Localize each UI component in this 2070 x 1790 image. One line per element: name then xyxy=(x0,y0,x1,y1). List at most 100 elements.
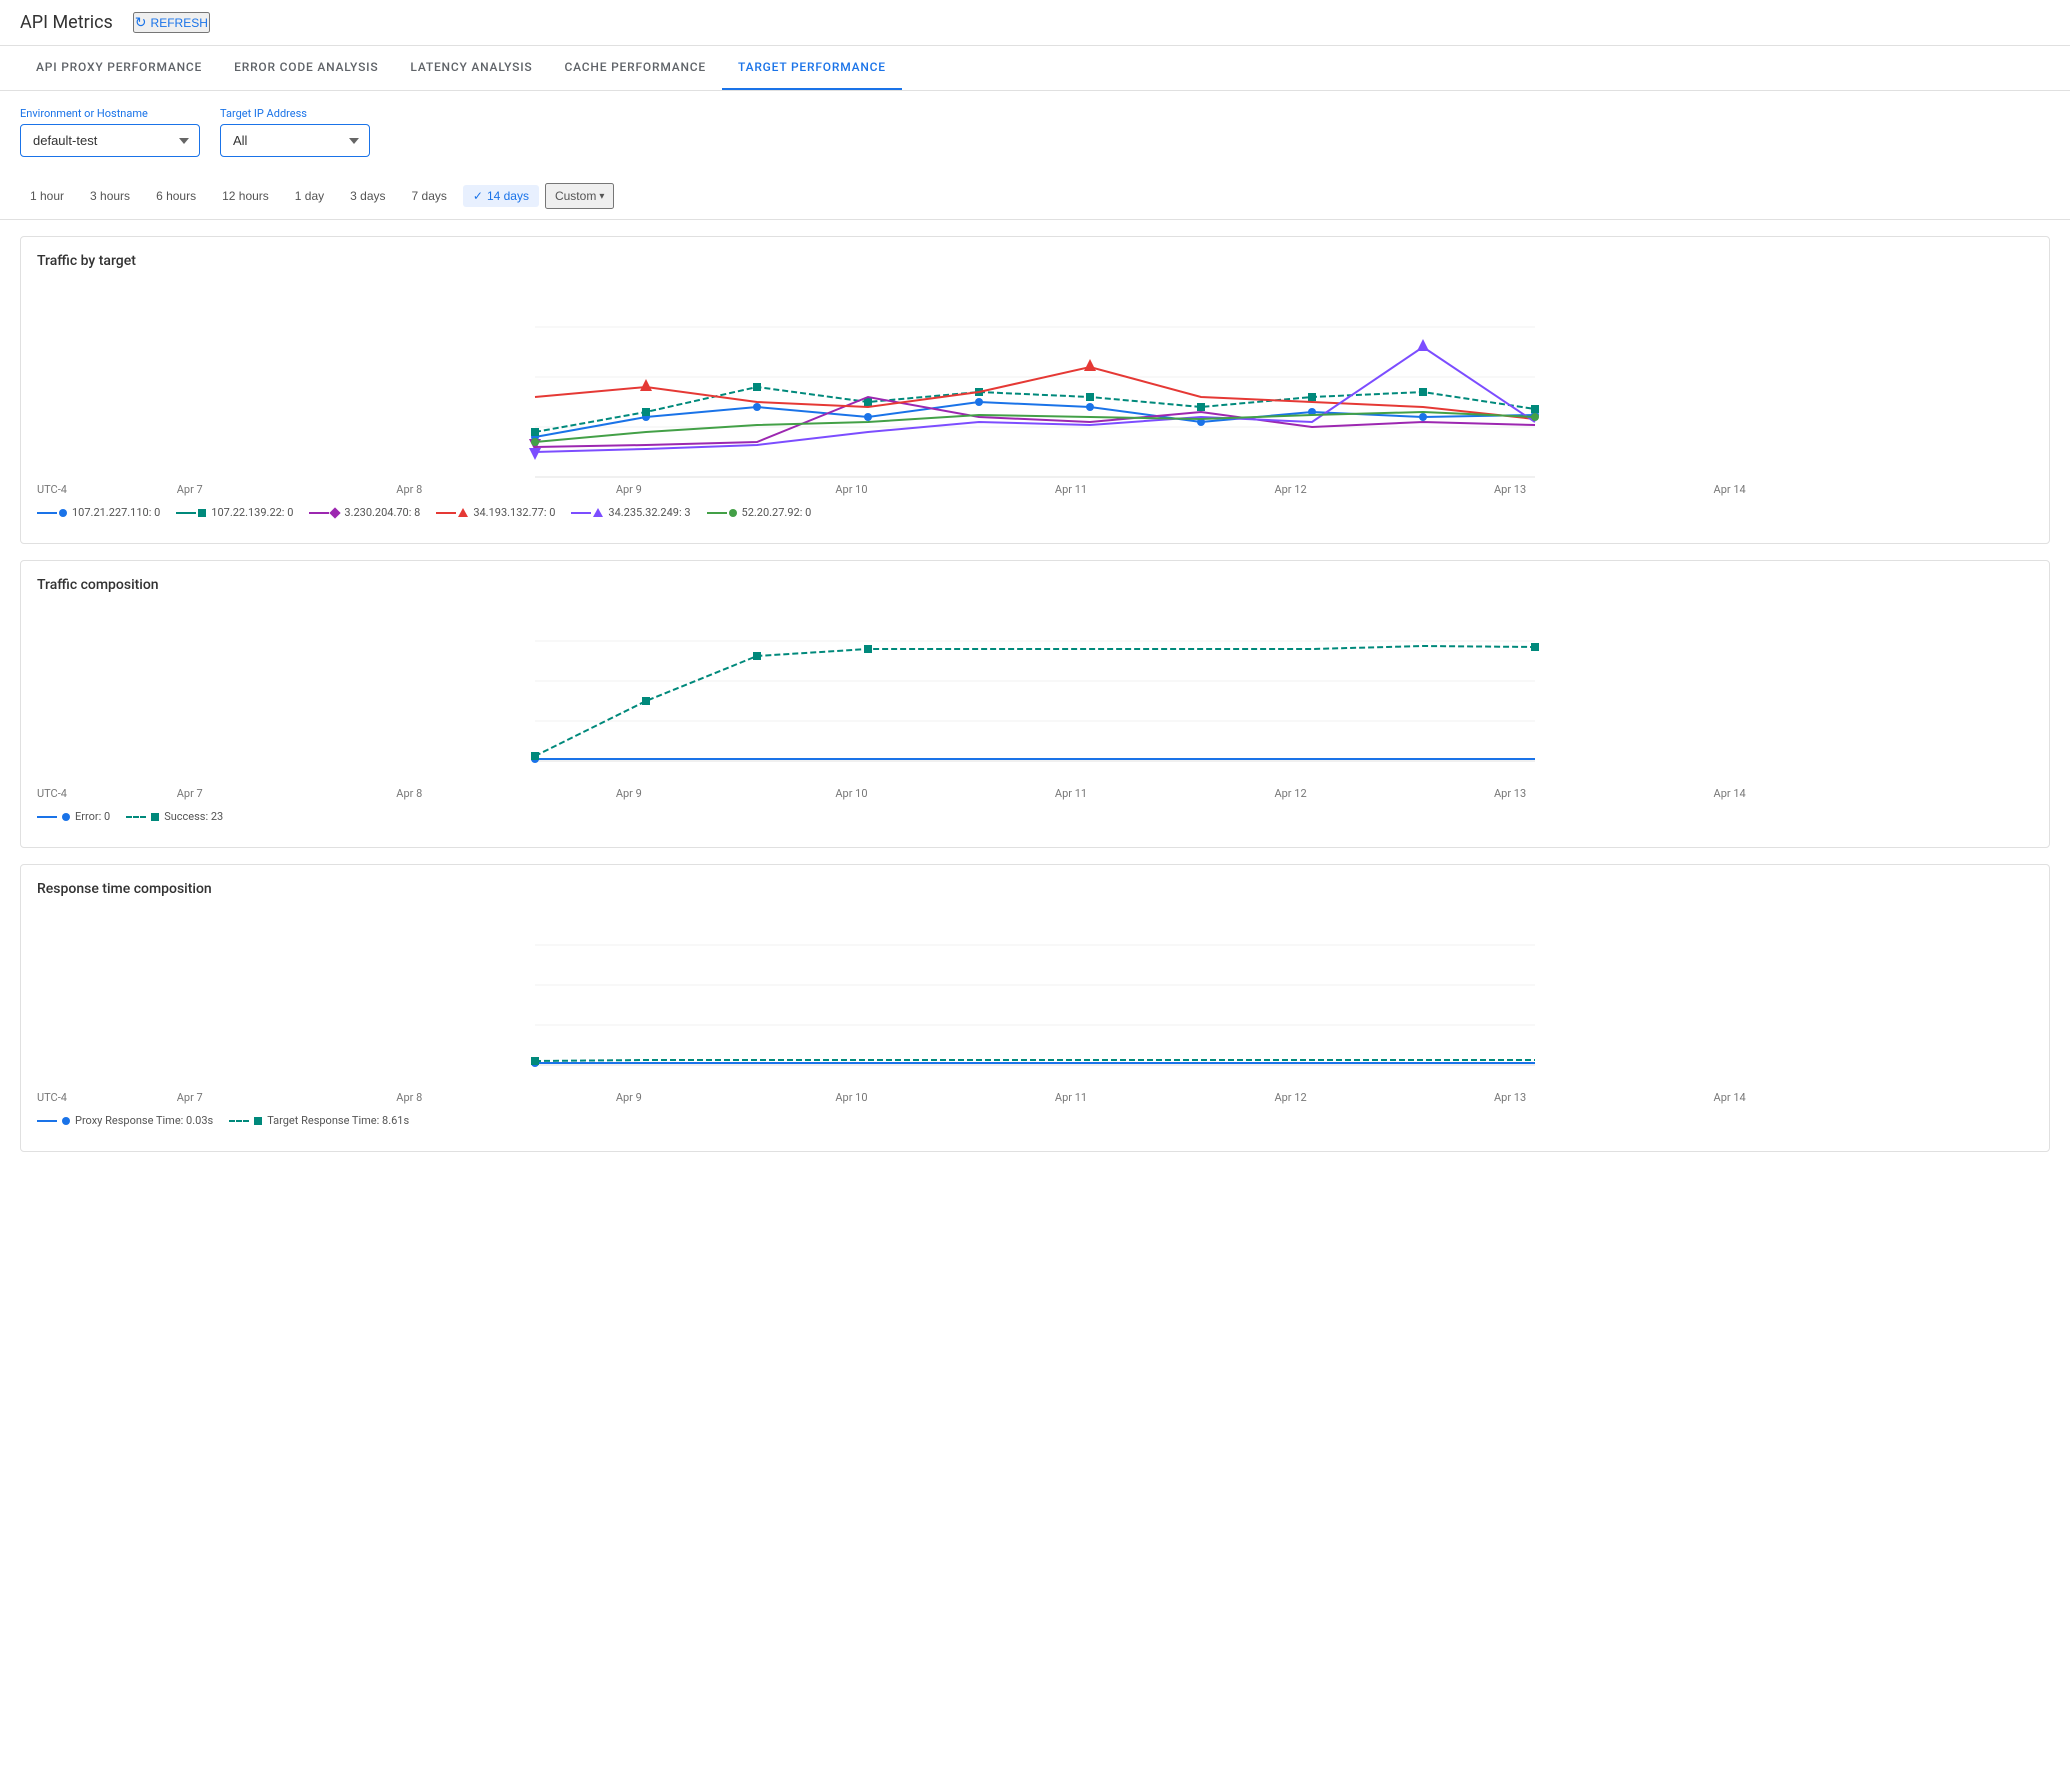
legend-label-6: 52.20.27.92: 0 xyxy=(742,506,812,519)
tab-latency-analysis[interactable]: LATENCY ANALYSIS xyxy=(394,46,548,90)
legend-line-success xyxy=(126,816,146,818)
x-label-apr7: Apr 7 xyxy=(177,483,397,496)
response-time-chart xyxy=(37,905,2033,1089)
time-btn-7days[interactable]: 7 days xyxy=(402,185,457,207)
response-time-title: Response time composition xyxy=(37,881,2033,897)
target-ip-filter-group: Target IP Address All xyxy=(220,107,370,157)
legend-line-error xyxy=(37,816,57,818)
x-label-apr8: Apr 8 xyxy=(396,483,616,496)
refresh-button[interactable]: ↻ REFRESH xyxy=(133,12,210,33)
legend-label-success: Success: 23 xyxy=(164,810,223,823)
time-btn-12hours[interactable]: 12 hours xyxy=(212,185,279,207)
target-ip-label: Target IP Address xyxy=(220,107,370,120)
x-label-apr9: Apr 9 xyxy=(616,483,836,496)
legend-target-response: Target Response Time: 8.61s xyxy=(229,1114,409,1127)
x-label-utc4: UTC-4 xyxy=(37,483,177,496)
environment-select[interactable]: default-test xyxy=(20,124,200,157)
target-ip-select[interactable]: All xyxy=(220,124,370,157)
legend-item-3: 3.230.204.70: 8 xyxy=(309,506,420,519)
refresh-icon: ↻ xyxy=(135,14,147,31)
custom-button[interactable]: Custom ▾ xyxy=(545,183,614,209)
legend-item-2: 107.22.139.22: 0 xyxy=(176,506,293,519)
legend-label-4: 34.193.132.77: 0 xyxy=(473,506,555,519)
legend-label-1: 107.21.227.110: 0 xyxy=(72,506,160,519)
time-btn-3days[interactable]: 3 days xyxy=(340,185,395,207)
charts-area: Traffic by target xyxy=(0,236,2070,1152)
header: API Metrics ↻ REFRESH xyxy=(0,0,2070,46)
traffic-comp-x-axis: UTC-4 Apr 7 Apr 8 Apr 9 Apr 10 Apr 11 Ap… xyxy=(37,785,2033,802)
x-label-apr14: Apr 14 xyxy=(1714,483,1934,496)
traffic-composition-svg xyxy=(37,601,2033,781)
traffic-comp-legend: Error: 0 Success: 23 xyxy=(37,802,2033,831)
tab-error-code-analysis[interactable]: ERROR CODE ANALYSIS xyxy=(218,46,394,90)
legend-proxy-response: Proxy Response Time: 0.03s xyxy=(37,1114,213,1127)
traffic-by-target-svg xyxy=(37,277,2033,477)
legend-line-6 xyxy=(707,512,727,514)
traffic-composition-card: Traffic composition UTC xyxy=(20,560,2050,848)
legend-label-5: 34.235.32.249: 3 xyxy=(608,506,690,519)
legend-error: Error: 0 xyxy=(37,810,110,823)
legend-line-target xyxy=(229,1120,249,1122)
refresh-label: REFRESH xyxy=(151,16,208,30)
legend-item-1: 107.21.227.110: 0 xyxy=(37,506,160,519)
traffic-target-x-axis: UTC-4 Apr 7 Apr 8 Apr 9 Apr 10 Apr 11 Ap… xyxy=(37,481,2033,498)
time-range-bar: 1 hour 3 hours 6 hours 12 hours 1 day 3 … xyxy=(0,173,2070,220)
x-label-utc4-comp: UTC-4 xyxy=(37,787,177,800)
response-time-card: Response time composition UTC-4 Apr 7 Ap… xyxy=(20,864,2050,1152)
legend-square-target xyxy=(254,1117,262,1125)
legend-dot-proxy xyxy=(62,1117,70,1125)
traffic-by-target-chart xyxy=(37,277,2033,481)
environment-label: Environment or Hostname xyxy=(20,107,200,120)
legend-item-5: 34.235.32.249: 3 xyxy=(571,506,690,519)
custom-label: Custom xyxy=(555,189,596,203)
legend-dot-6 xyxy=(729,509,737,517)
legend-dot-1 xyxy=(59,509,67,517)
legend-label-proxy: Proxy Response Time: 0.03s xyxy=(75,1114,213,1127)
environment-filter-group: Environment or Hostname default-test xyxy=(20,107,200,157)
page-title: API Metrics xyxy=(20,12,113,33)
legend-label-3: 3.230.204.70: 8 xyxy=(344,506,420,519)
legend-dot-error xyxy=(62,813,70,821)
legend-triangle-5 xyxy=(593,508,603,517)
tab-api-proxy-performance[interactable]: API PROXY PERFORMANCE xyxy=(20,46,218,90)
tab-cache-performance[interactable]: CACHE PERFORMANCE xyxy=(548,46,722,90)
x-label-apr10: Apr 10 xyxy=(835,483,1055,496)
legend-line-1 xyxy=(37,512,57,514)
chevron-down-icon: ▾ xyxy=(599,191,604,202)
legend-line-3 xyxy=(309,512,329,514)
legend-square-success xyxy=(151,813,159,821)
traffic-composition-title: Traffic composition xyxy=(37,577,2033,593)
tab-target-performance[interactable]: TARGET PERFORMANCE xyxy=(722,46,902,90)
x-label-apr13: Apr 13 xyxy=(1494,483,1714,496)
tabs-bar: API PROXY PERFORMANCE ERROR CODE ANALYSI… xyxy=(0,46,2070,91)
legend-line-5 xyxy=(571,512,591,514)
legend-diamond-3 xyxy=(330,507,341,518)
traffic-composition-chart xyxy=(37,601,2033,785)
traffic-by-target-card: Traffic by target xyxy=(20,236,2050,544)
response-time-legend: Proxy Response Time: 0.03s Target Respon… xyxy=(37,1106,2033,1135)
time-btn-1day[interactable]: 1 day xyxy=(285,185,334,207)
checkmark-icon: ✓ xyxy=(473,189,483,203)
legend-line-2 xyxy=(176,512,196,514)
legend-success: Success: 23 xyxy=(126,810,223,823)
time-btn-6hours[interactable]: 6 hours xyxy=(146,185,206,207)
legend-square-2 xyxy=(198,509,206,517)
x-label-apr12: Apr 12 xyxy=(1274,483,1494,496)
traffic-by-target-title: Traffic by target xyxy=(37,253,2033,269)
time-btn-14days[interactable]: ✓ 14 days xyxy=(463,185,539,207)
legend-label-2: 107.22.139.22: 0 xyxy=(211,506,293,519)
response-time-svg xyxy=(37,905,2033,1085)
filters-area: Environment or Hostname default-test Tar… xyxy=(0,91,2070,173)
legend-line-proxy xyxy=(37,1120,57,1122)
traffic-target-legend: 107.21.227.110: 0 107.22.139.22: 0 3.230… xyxy=(37,498,2033,527)
response-time-x-axis: UTC-4 Apr 7 Apr 8 Apr 9 Apr 10 Apr 11 Ap… xyxy=(37,1089,2033,1106)
time-btn-3hours[interactable]: 3 hours xyxy=(80,185,140,207)
legend-label-error: Error: 0 xyxy=(75,810,110,823)
legend-triangle-4 xyxy=(458,508,468,517)
legend-item-6: 52.20.27.92: 0 xyxy=(707,506,812,519)
legend-line-4 xyxy=(436,512,456,514)
legend-item-4: 34.193.132.77: 0 xyxy=(436,506,555,519)
x-label-apr11: Apr 11 xyxy=(1055,483,1275,496)
legend-label-target: Target Response Time: 8.61s xyxy=(267,1114,409,1127)
time-btn-1hour[interactable]: 1 hour xyxy=(20,185,74,207)
